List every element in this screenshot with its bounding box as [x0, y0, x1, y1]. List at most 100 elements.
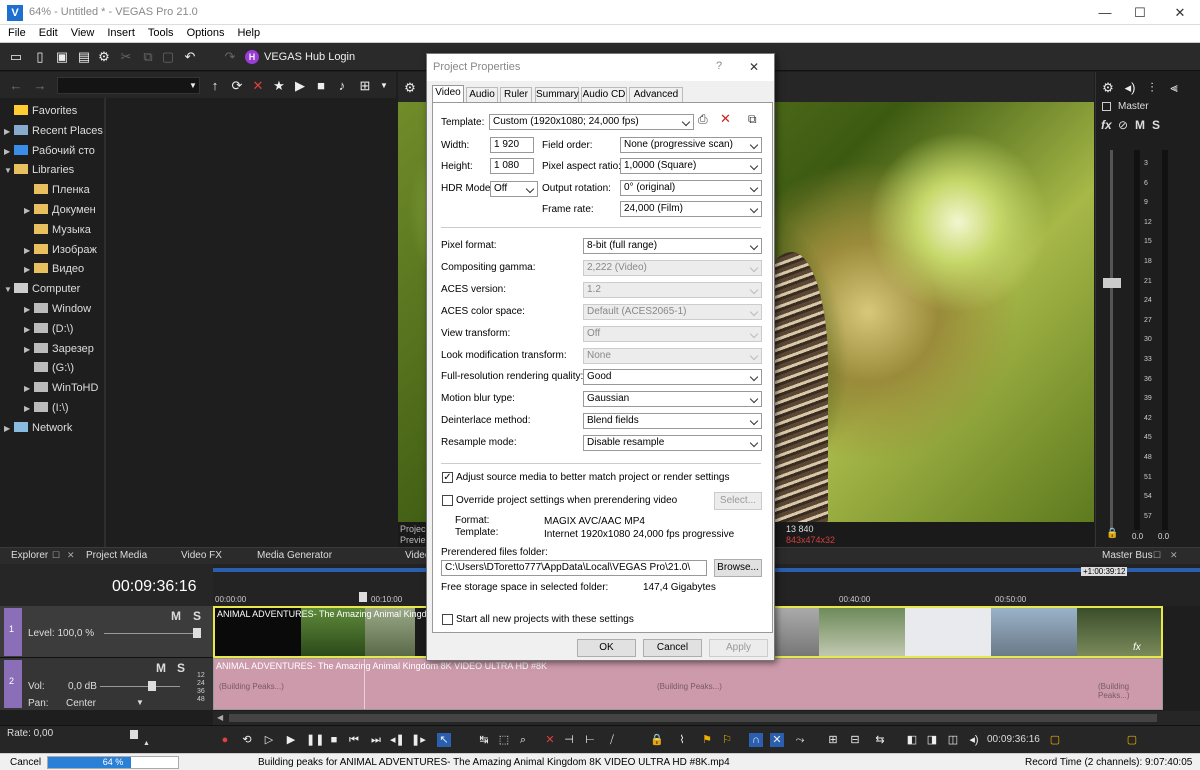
pan-handle[interactable]: ▼ — [136, 698, 144, 707]
vegas-hub-icon[interactable]: H — [245, 50, 259, 64]
post-edit-ripple-icon[interactable]: ⇆ — [873, 733, 887, 747]
preview-settings-gear-icon[interactable]: ⚙ — [402, 80, 418, 96]
track1-mute-button[interactable]: M — [171, 609, 181, 623]
track-motion-icon[interactable]: ◧ — [905, 733, 919, 747]
play-icon[interactable]: ▶ — [292, 78, 308, 94]
master-settings-gear-icon[interactable]: ⚙ — [1100, 80, 1116, 96]
master-mute-icon[interactable]: ◂) — [1122, 80, 1138, 96]
tab-advanced[interactable]: Advanced — [629, 87, 683, 103]
expand-right-icon[interactable]: ▶ — [24, 301, 34, 319]
auto-preview-icon[interactable]: ♪ — [334, 78, 350, 94]
record-icon[interactable]: ● — [218, 733, 232, 747]
normal-edit-tool-icon[interactable]: ↖ — [437, 733, 451, 747]
timeline-horizontal-scrollbar[interactable]: ◀ — [213, 711, 1200, 725]
master-mute-button[interactable]: M — [1135, 118, 1145, 132]
master-solo-button[interactable]: S — [1152, 118, 1160, 132]
ignore-grouping-icon[interactable]: ⊟ — [848, 733, 862, 747]
menu-insert[interactable]: Insert — [99, 25, 140, 39]
setting-select[interactable]: 8-bit (full range) — [583, 238, 762, 254]
expand-right-icon[interactable]: ▶ — [4, 143, 14, 161]
tree-node[interactable]: (G:\) — [24, 359, 74, 377]
track1-level-handle[interactable] — [193, 628, 201, 638]
explorer-divider[interactable] — [104, 98, 106, 548]
tab-explorer-window-icon[interactable]: ☐ — [52, 550, 60, 561]
master-fx-button[interactable]: fx — [1101, 118, 1112, 132]
expand-down-icon[interactable]: ▼ — [4, 162, 14, 180]
tab-explorer[interactable]: Explorer — [11, 550, 48, 561]
tab-explorer-close-icon[interactable]: ✕ — [67, 550, 75, 561]
maximize-button[interactable]: ☐ — [1120, 3, 1160, 23]
views-icon[interactable]: ⊞ — [357, 78, 373, 94]
properties-gear-icon[interactable]: ⚙ — [96, 49, 112, 65]
tab-master-bus[interactable]: Master Bus — [1102, 550, 1153, 561]
tab-master-window-icon[interactable]: ☐ — [1153, 550, 1161, 561]
trim-start-icon[interactable]: ⊣ — [562, 733, 576, 747]
expand-right-icon[interactable]: ▶ — [24, 321, 34, 339]
select-button[interactable]: Select... — [714, 492, 762, 510]
go-to-end-icon[interactable]: ⏭ — [369, 733, 383, 747]
play-from-start-icon[interactable]: ▷ — [262, 733, 276, 747]
setting-select[interactable]: Blend fields — [583, 413, 762, 430]
expand-right-icon[interactable]: ▶ — [24, 202, 34, 220]
dialog-help-button[interactable]: ? — [716, 60, 722, 72]
expand-right-icon[interactable]: ▶ — [4, 123, 14, 141]
expand-right-icon[interactable]: ▶ — [4, 420, 14, 438]
stop-icon[interactable]: ■ — [327, 733, 341, 747]
apply-button[interactable]: Apply — [709, 639, 768, 657]
delete-event-icon[interactable]: ✕ — [543, 733, 557, 747]
setting-select[interactable]: Disable resample — [583, 435, 762, 452]
views-dropdown-icon[interactable]: ▼ — [376, 78, 392, 94]
ok-button[interactable]: OK — [577, 639, 636, 657]
master-fx-icon[interactable]: ⫶ — [1144, 80, 1160, 96]
effects-icon[interactable]: ◫ — [946, 733, 960, 747]
tree-node[interactable]: ▼ Libraries — [4, 161, 74, 179]
snapping-icon[interactable]: ∩ — [749, 733, 763, 747]
tree-node[interactable]: ▶ (I:\) — [24, 399, 69, 417]
video-clip-fx-icon[interactable]: fx — [1133, 642, 1141, 653]
refresh-icon[interactable]: ⟳ — [229, 78, 245, 94]
master-fader-handle[interactable] — [1103, 278, 1121, 288]
event-lock-icon[interactable]: 🔒 — [650, 733, 664, 747]
save-template-icon[interactable]: ⎙ — [698, 112, 708, 127]
menu-view[interactable]: View — [63, 25, 100, 39]
timestretch-tool-icon[interactable]: ↹ — [477, 733, 491, 747]
pixel-aspect-select[interactable]: 1,0000 (Square) — [620, 158, 762, 174]
auto-crossfade-icon[interactable]: ✕ — [770, 733, 784, 747]
expand-down-icon[interactable]: ▼ — [4, 281, 14, 299]
back-arrow-icon[interactable]: ← — [8, 78, 24, 94]
marker-icon[interactable]: ⚑ — [700, 733, 714, 747]
track1-solo-button[interactable]: S — [193, 609, 201, 623]
setting-select[interactable]: Good — [583, 369, 762, 386]
tab-audio-cd[interactable]: Audio CD — [581, 87, 627, 103]
width-field[interactable]: 1 920 — [490, 137, 534, 153]
tree-node[interactable]: Пленка — [24, 181, 90, 199]
adjust-source-checkbox[interactable]: ✓ — [442, 472, 453, 483]
selection-tool-icon[interactable]: ⬚ — [497, 733, 511, 747]
expand-right-icon[interactable]: ▶ — [24, 341, 34, 359]
envelope-icon[interactable]: ⌇ — [675, 733, 689, 747]
setting-select[interactable]: Gaussian — [583, 391, 762, 408]
menu-file[interactable]: File — [0, 25, 31, 39]
vol-slider-handle[interactable] — [148, 681, 156, 691]
expand-right-icon[interactable]: ▶ — [24, 400, 34, 418]
tree-node[interactable]: ▼ Computer — [4, 280, 80, 298]
prerender-folder-field[interactable]: C:\Users\DToretto777\AppData\Local\VEGAS… — [441, 560, 707, 576]
stop-icon[interactable]: ■ — [313, 78, 329, 94]
tab-ruler[interactable]: Ruler — [500, 87, 532, 103]
undo-icon[interactable]: ↶ — [182, 49, 198, 65]
tree-node[interactable]: ▶ Window — [24, 300, 91, 318]
tree-node[interactable]: ▶ Рабочий сто — [4, 142, 95, 160]
setting-select[interactable]: Off — [583, 325, 762, 342]
menu-edit[interactable]: Edit — [31, 25, 63, 39]
tab-master-close-icon[interactable]: ✕ — [1170, 550, 1178, 561]
tree-node[interactable]: ▶ WinToHD — [24, 379, 98, 397]
template-select[interactable]: Custom (1920x1080; 24,000 fps) — [489, 114, 694, 130]
mute-audio-icon[interactable]: ◂) — [967, 733, 981, 747]
lock-envelopes-icon[interactable]: ⊞ — [826, 733, 840, 747]
tab-video-fx[interactable]: Video FX — [181, 550, 222, 561]
tab-audio[interactable]: Audio — [466, 87, 498, 103]
minimize-button[interactable]: — — [1085, 3, 1125, 23]
split-icon[interactable]: ⧸ — [605, 733, 619, 747]
tab-summary[interactable]: Summary — [535, 87, 579, 103]
tree-node[interactable]: ▶ Изображ — [24, 241, 97, 259]
